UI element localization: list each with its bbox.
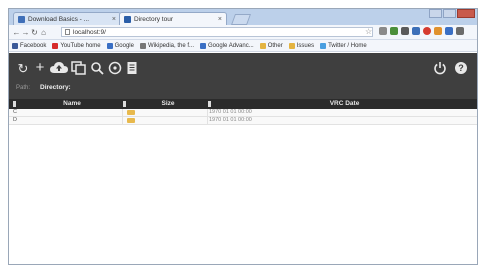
column-divider bbox=[122, 109, 123, 125]
path-label: Path: bbox=[16, 85, 31, 91]
path-bar: Path: Directory: bbox=[16, 84, 71, 91]
page-favicon-icon bbox=[18, 15, 25, 23]
bookmark-google-advanced[interactable]: Google Advanc... bbox=[200, 42, 254, 49]
bookmark-label: Facebook bbox=[20, 42, 47, 49]
column-header-date[interactable]: VRC Date bbox=[212, 99, 477, 109]
url-text: localhost:9/ bbox=[73, 28, 106, 36]
bookmark-wikipedia[interactable]: Wikipedia, the f... bbox=[139, 42, 195, 49]
window-close-button[interactable] bbox=[457, 9, 475, 18]
address-bar: ← → ↻ ⌂ localhost:9/ ☆ bbox=[9, 25, 477, 40]
extension-icon[interactable] bbox=[390, 27, 398, 35]
bookmark-facebook[interactable]: Facebook bbox=[12, 42, 47, 49]
folder-icon bbox=[259, 42, 266, 49]
sort-icon[interactable] bbox=[123, 101, 126, 107]
close-icon[interactable]: × bbox=[112, 16, 116, 23]
column-header-name[interactable]: Name bbox=[17, 99, 127, 109]
table-row[interactable]: C 1970 01 01 00:00 bbox=[9, 109, 477, 117]
url-input[interactable]: localhost:9/ bbox=[61, 27, 373, 37]
folder-icon bbox=[127, 118, 135, 123]
home-icon[interactable]: ⌂ bbox=[39, 28, 48, 37]
forward-arrow-icon[interactable]: → bbox=[21, 28, 30, 37]
tab-strip: Download Basics - ... × Directory tour × bbox=[9, 9, 477, 25]
bookmarks-bar: Facebook YouTube home Google Wikipedia, … bbox=[9, 40, 477, 52]
document-icon[interactable] bbox=[126, 61, 138, 78]
column-divider bbox=[207, 109, 208, 125]
folder-icon bbox=[127, 110, 135, 115]
star-icon[interactable]: ☆ bbox=[365, 27, 372, 36]
page-icon bbox=[65, 29, 70, 35]
sort-icon[interactable] bbox=[13, 101, 16, 107]
google-icon bbox=[200, 42, 207, 49]
plus-icon[interactable]: + bbox=[33, 60, 47, 75]
extension-icon[interactable] bbox=[423, 27, 431, 35]
extension-icon[interactable] bbox=[445, 27, 453, 35]
column-header-size[interactable]: Size bbox=[127, 99, 209, 109]
tab-title: Directory tour bbox=[134, 15, 174, 23]
bookmark-google[interactable]: Google bbox=[106, 42, 134, 49]
refresh-icon[interactable]: ↻ bbox=[16, 62, 30, 76]
reload-icon[interactable]: ↻ bbox=[30, 28, 39, 37]
twitter-icon bbox=[320, 42, 327, 49]
tab-directory-tour[interactable]: Directory tour × bbox=[119, 12, 227, 25]
new-tab-button[interactable] bbox=[230, 14, 252, 25]
bookmark-folder-other[interactable]: Other bbox=[259, 42, 283, 49]
row-name[interactable]: D bbox=[13, 117, 17, 124]
table-row[interactable]: D 1970 01 01 00:00 bbox=[9, 117, 477, 125]
row-date: 1970 01 01 00:00 bbox=[209, 109, 252, 115]
bookmark-label: Google bbox=[114, 42, 134, 49]
cloud-upload-icon[interactable] bbox=[50, 61, 68, 78]
app-toolbar: ↻ + ? Path: Directory: bbox=[9, 53, 477, 99]
bookmark-twitter[interactable]: Twitter / Home bbox=[320, 42, 367, 49]
extension-icon[interactable] bbox=[412, 27, 420, 35]
extension-icons bbox=[379, 27, 467, 35]
extension-icon[interactable] bbox=[434, 27, 442, 35]
bookmark-label: Twitter / Home bbox=[328, 42, 367, 49]
google-icon bbox=[106, 42, 113, 49]
wikipedia-icon bbox=[139, 42, 146, 49]
folder-icon bbox=[288, 42, 295, 49]
back-arrow-icon[interactable]: ← bbox=[12, 28, 21, 37]
bookmark-youtube[interactable]: YouTube home bbox=[52, 42, 101, 49]
bookmark-label: YouTube home bbox=[60, 42, 101, 49]
copy-icon[interactable] bbox=[71, 61, 87, 78]
tab-download-basics[interactable]: Download Basics - ... × bbox=[13, 12, 121, 25]
facebook-icon bbox=[12, 42, 18, 49]
help-icon[interactable]: ? bbox=[454, 61, 468, 78]
path-value: Directory: bbox=[40, 84, 71, 91]
bookmark-label: Google Advanc... bbox=[208, 42, 254, 49]
table-header: Name Size VRC Date bbox=[9, 99, 477, 109]
page-favicon-icon bbox=[124, 15, 131, 23]
window-controls bbox=[428, 9, 475, 18]
bookmark-label: Issues bbox=[296, 42, 315, 49]
bookmark-label: Other bbox=[267, 42, 283, 49]
svg-text:?: ? bbox=[458, 63, 464, 73]
search-icon[interactable] bbox=[90, 61, 104, 78]
extension-icon[interactable] bbox=[379, 27, 387, 35]
maximize-button[interactable] bbox=[443, 9, 456, 18]
bookmark-folder-issues[interactable]: Issues bbox=[288, 42, 315, 49]
sort-icon[interactable] bbox=[208, 101, 211, 107]
power-icon[interactable] bbox=[433, 61, 447, 78]
tab-title: Download Basics - ... bbox=[28, 15, 90, 23]
menu-icon[interactable] bbox=[456, 27, 464, 35]
info-icon[interactable] bbox=[108, 61, 122, 78]
bookmark-label: Wikipedia, the f... bbox=[147, 42, 195, 49]
close-icon[interactable]: × bbox=[218, 16, 222, 23]
browser-window: Download Basics - ... × Directory tour ×… bbox=[8, 8, 478, 265]
youtube-icon bbox=[52, 42, 59, 49]
row-date: 1970 01 01 00:00 bbox=[209, 117, 252, 123]
row-name[interactable]: C bbox=[13, 109, 17, 116]
extension-icon[interactable] bbox=[401, 27, 409, 35]
minimize-button[interactable] bbox=[429, 9, 442, 18]
